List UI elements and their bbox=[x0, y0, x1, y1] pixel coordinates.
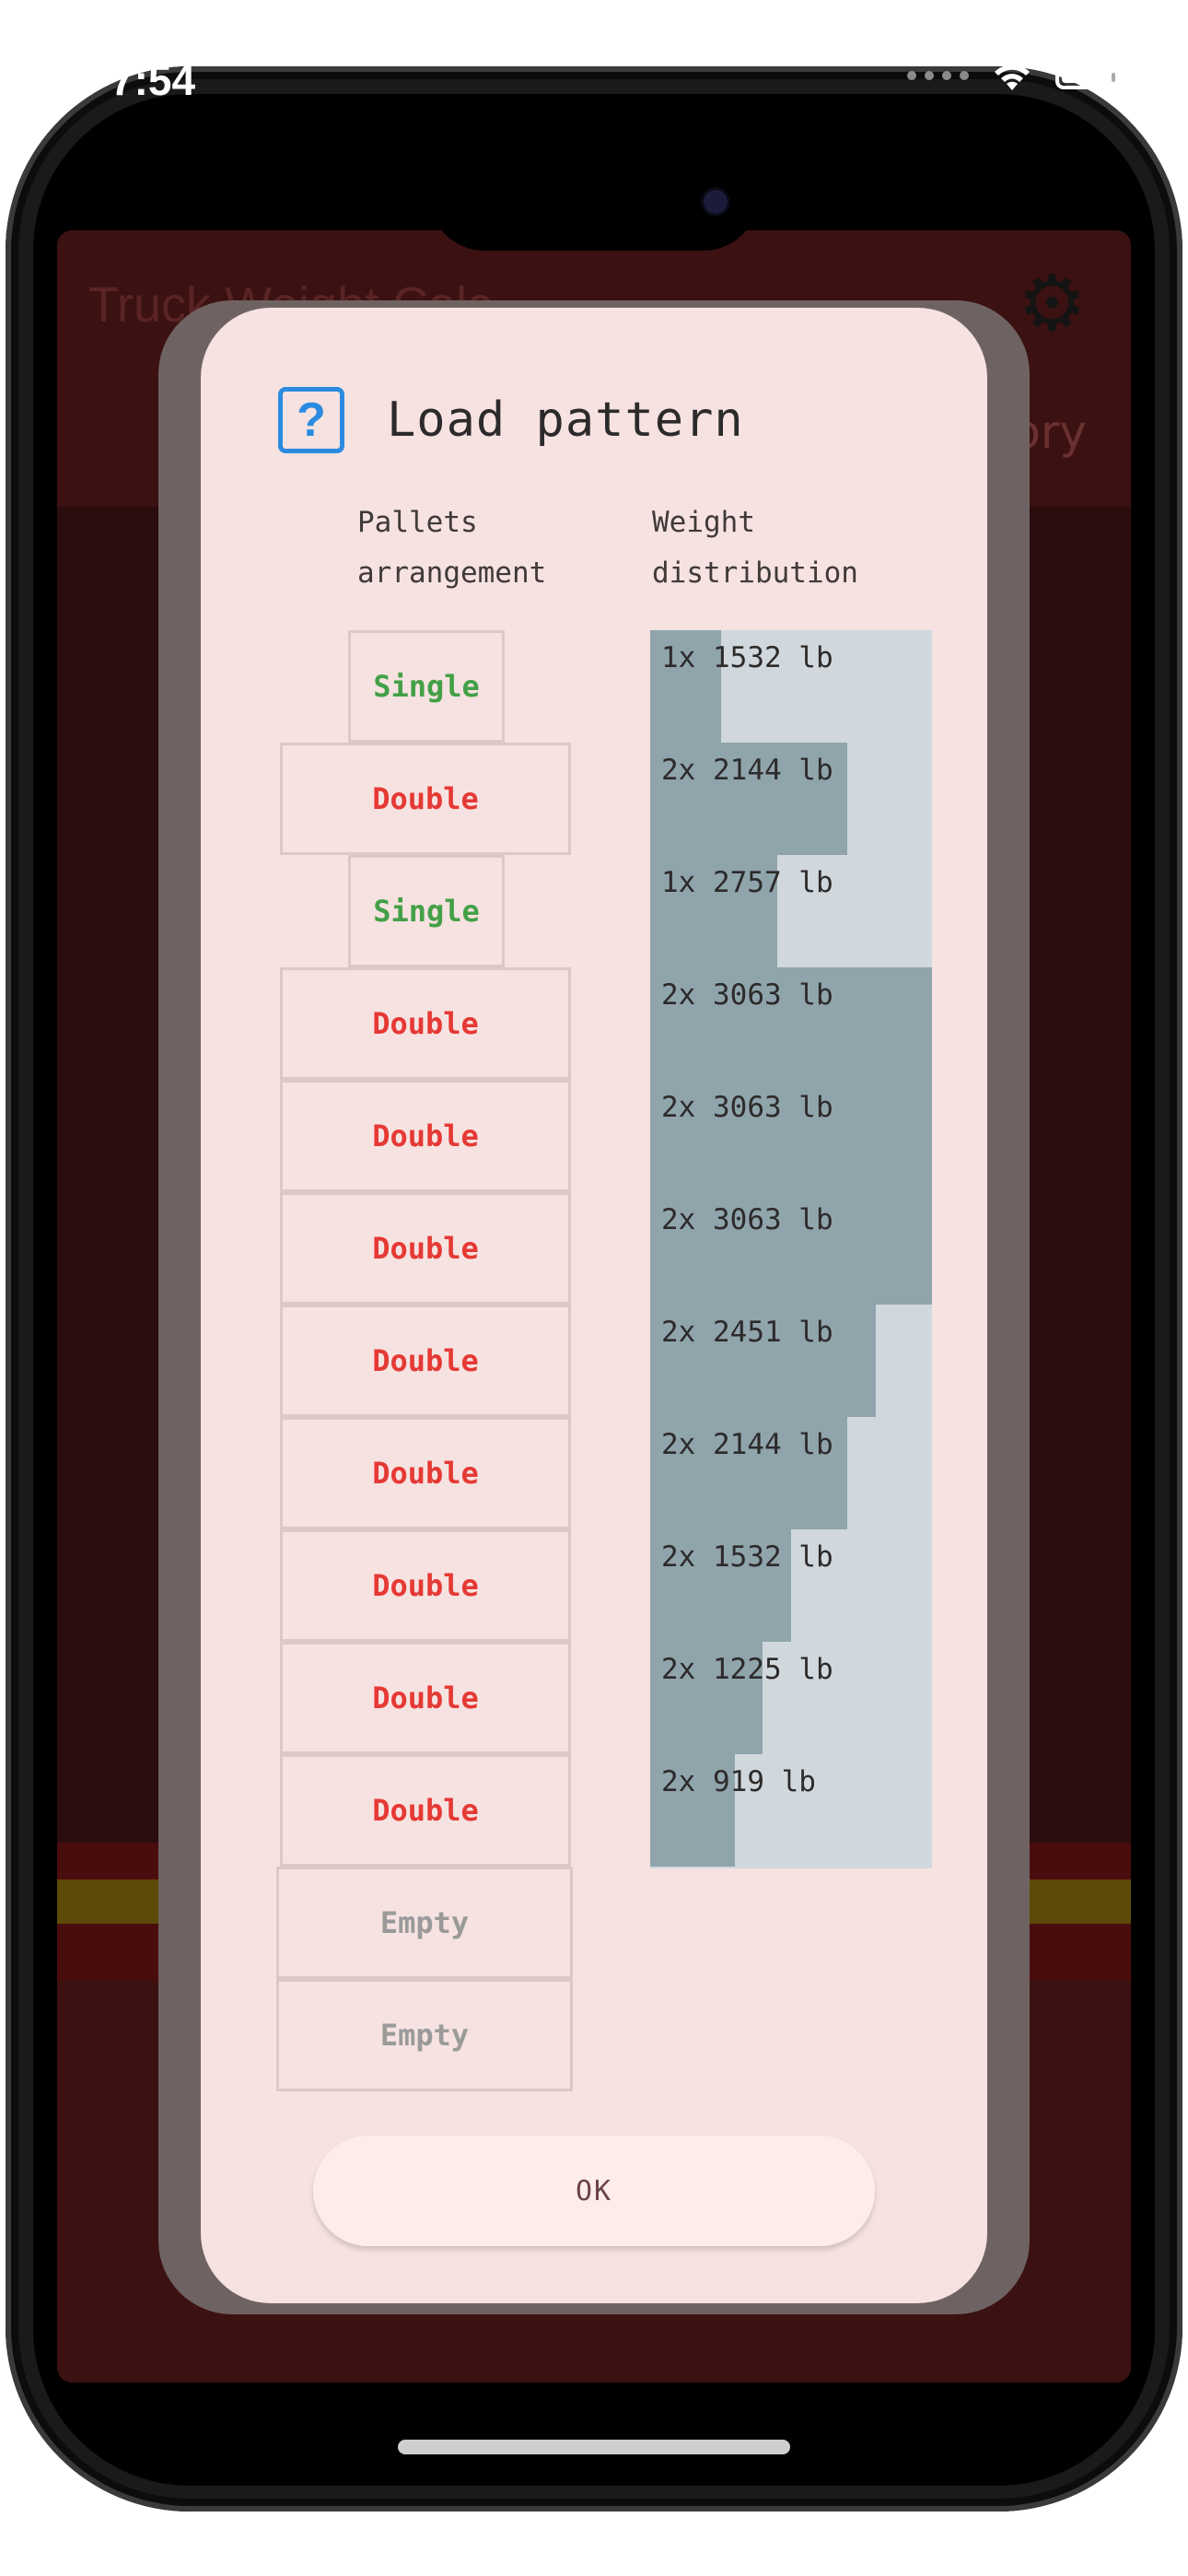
pallets-header-line2: arrangement bbox=[357, 556, 547, 590]
dialog-title: Load pattern bbox=[387, 392, 744, 448]
weight-label: 1x 2757 lb bbox=[661, 866, 833, 899]
notch bbox=[429, 94, 759, 251]
pallet-double: Double bbox=[280, 1642, 571, 1754]
pallet-single: Single bbox=[348, 630, 505, 743]
battery-icon bbox=[1055, 62, 1115, 89]
weights-header-line1: Weight bbox=[652, 506, 755, 539]
pallet-double: Double bbox=[280, 1754, 571, 1867]
pallet-empty: Empty bbox=[276, 1979, 573, 2091]
status-time: 7:54 bbox=[111, 56, 196, 104]
weight-row: 2x 3063 lb bbox=[650, 1080, 932, 1192]
pallet-double: Double bbox=[280, 1417, 571, 1529]
weight-label: 2x 1532 lb bbox=[661, 1540, 833, 1574]
weight-row: 2x 919 lb bbox=[650, 1754, 932, 1867]
weight-label: 2x 2144 lb bbox=[661, 1428, 833, 1461]
gear-icon: ⚙ bbox=[1017, 258, 1087, 348]
signal-icon bbox=[907, 71, 969, 80]
wifi-icon bbox=[995, 64, 1030, 90]
weight-label: 2x 1225 lb bbox=[661, 1653, 833, 1686]
weight-row: 2x 1225 lb bbox=[650, 1642, 932, 1754]
weight-row: 2x 2144 lb bbox=[650, 743, 932, 855]
pallet-empty: Empty bbox=[276, 1867, 573, 1979]
pallet-double: Double bbox=[280, 1305, 571, 1417]
weight-row: 2x 2144 lb bbox=[650, 1417, 932, 1529]
weight-label: 2x 3063 lb bbox=[661, 1091, 833, 1124]
weight-label: 2x 2451 lb bbox=[661, 1316, 833, 1349]
load-pattern-dialog: ? Load pattern Pallets arrangement Weigh… bbox=[201, 308, 987, 2303]
pallet-double: Double bbox=[280, 1192, 571, 1305]
home-indicator[interactable] bbox=[398, 2440, 790, 2454]
weight-row: 2x 3063 lb bbox=[650, 1192, 932, 1305]
help-icon: ? bbox=[278, 387, 344, 453]
weight-label: 2x 919 lb bbox=[661, 1765, 816, 1798]
pallet-double: Double bbox=[280, 743, 571, 855]
pallets-column-header: Pallets arrangement bbox=[357, 498, 634, 599]
weight-row: 1x 1532 lb bbox=[650, 630, 932, 743]
weight-distribution-chart: 1x 1532 lb 2x 2144 lb 1x 2757 lb 2x 3063 lb… bbox=[650, 630, 932, 1868]
weight-label: 2x 3063 lb bbox=[661, 1203, 833, 1236]
weight-label: 1x 1532 lb bbox=[661, 641, 833, 674]
ok-button[interactable]: OK bbox=[313, 2136, 875, 2246]
weight-label: 2x 2144 lb bbox=[661, 754, 833, 787]
pallet-double: Double bbox=[280, 1529, 571, 1642]
weights-header-line2: distribution bbox=[652, 556, 858, 590]
weight-row: 1x 2757 lb bbox=[650, 855, 932, 967]
status-icons bbox=[907, 57, 1115, 94]
pallet-single: Single bbox=[348, 855, 505, 967]
pallet-double: Double bbox=[280, 967, 571, 1080]
weights-column-header: Weight distribution bbox=[652, 498, 928, 599]
weight-label: 2x 3063 lb bbox=[661, 978, 833, 1012]
pallet-double: Double bbox=[280, 1080, 571, 1192]
weight-row: 2x 2451 lb bbox=[650, 1305, 932, 1417]
weight-row: 2x 1532 lb bbox=[650, 1529, 932, 1642]
weight-row: 2x 3063 lb bbox=[650, 967, 932, 1080]
pallets-header-line1: Pallets bbox=[357, 506, 478, 539]
camera-icon bbox=[704, 190, 728, 214]
